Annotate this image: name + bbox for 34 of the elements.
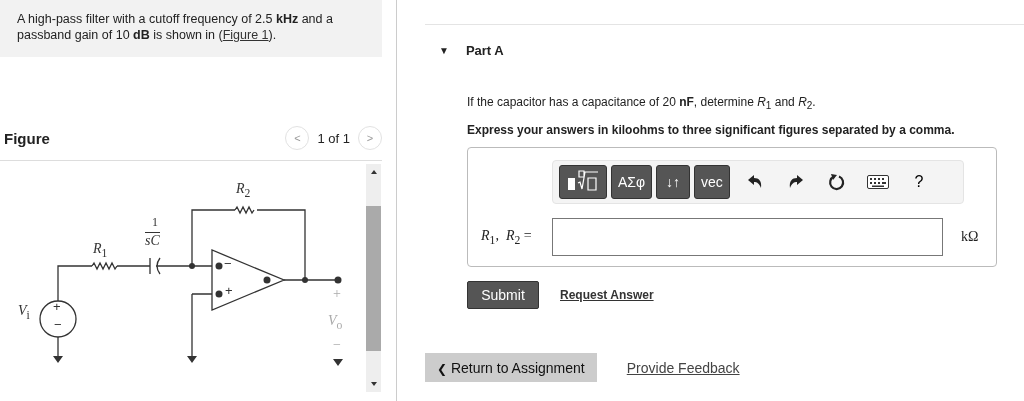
circuit-label: −: [224, 257, 232, 271]
instruction-text: Express your answers in kiloohms to three significant figures separated by a comma.: [467, 123, 956, 138]
help-button[interactable]: ?: [902, 165, 935, 200]
return-button[interactable]: ❮ Return to Assignment: [425, 353, 597, 383]
submit-button[interactable]: Submit: [467, 281, 539, 310]
feedback-link[interactable]: Provide Feedback: [626, 359, 740, 376]
circuit-label: −: [333, 338, 341, 352]
circuit-label: +: [225, 284, 233, 298]
question-text: If the capacitor has a capacitance of 20 nF, determine R$_{1}$ and R$_{2}$.: [467, 95, 817, 112]
answer-label: R$_{1}$, R$_{2}$ =: [480, 228, 533, 247]
circuit-label: 1: [152, 215, 158, 229]
figure-heading: Figure: [3, 129, 50, 147]
collapse-toggle[interactable]: ▼: [439, 44, 449, 56]
circuit-label: V$_{o}$: [328, 314, 343, 333]
toolbar-button[interactable]: vec: [694, 165, 730, 200]
toolbar-button[interactable]: ΑΣφ: [611, 165, 653, 200]
template-button[interactable]: [559, 165, 607, 200]
unit-label: kΩ: [961, 229, 979, 246]
part-title: Part A: [465, 42, 504, 58]
root-template-icon: [566, 168, 600, 193]
toolbar-button[interactable]: ↓↑: [656, 165, 691, 200]
scrollbar[interactable]: [366, 164, 381, 392]
request-answer-link[interactable]: Request Answer: [560, 288, 654, 303]
circuit-label: V$_{i}$: [18, 304, 30, 323]
figure-link[interactable]: Figure 1: [222, 28, 269, 42]
problem-text: A high-pass filter with a cutoff frequency of 2.5 kHz and a passband gain of 10 dB is shown in (Figure 1).: [17, 11, 334, 43]
circuit-label: R$_{1}$: [93, 242, 108, 261]
page-counter: 1 of 1: [317, 130, 350, 146]
answer-field[interactable]: [552, 218, 943, 257]
circuit-label: R$_{2}$: [236, 182, 251, 201]
circuit-label: −: [54, 318, 62, 332]
circuit-label: sC: [145, 232, 160, 248]
circuit-label: +: [53, 300, 61, 314]
circuit-label: +: [333, 287, 341, 301]
